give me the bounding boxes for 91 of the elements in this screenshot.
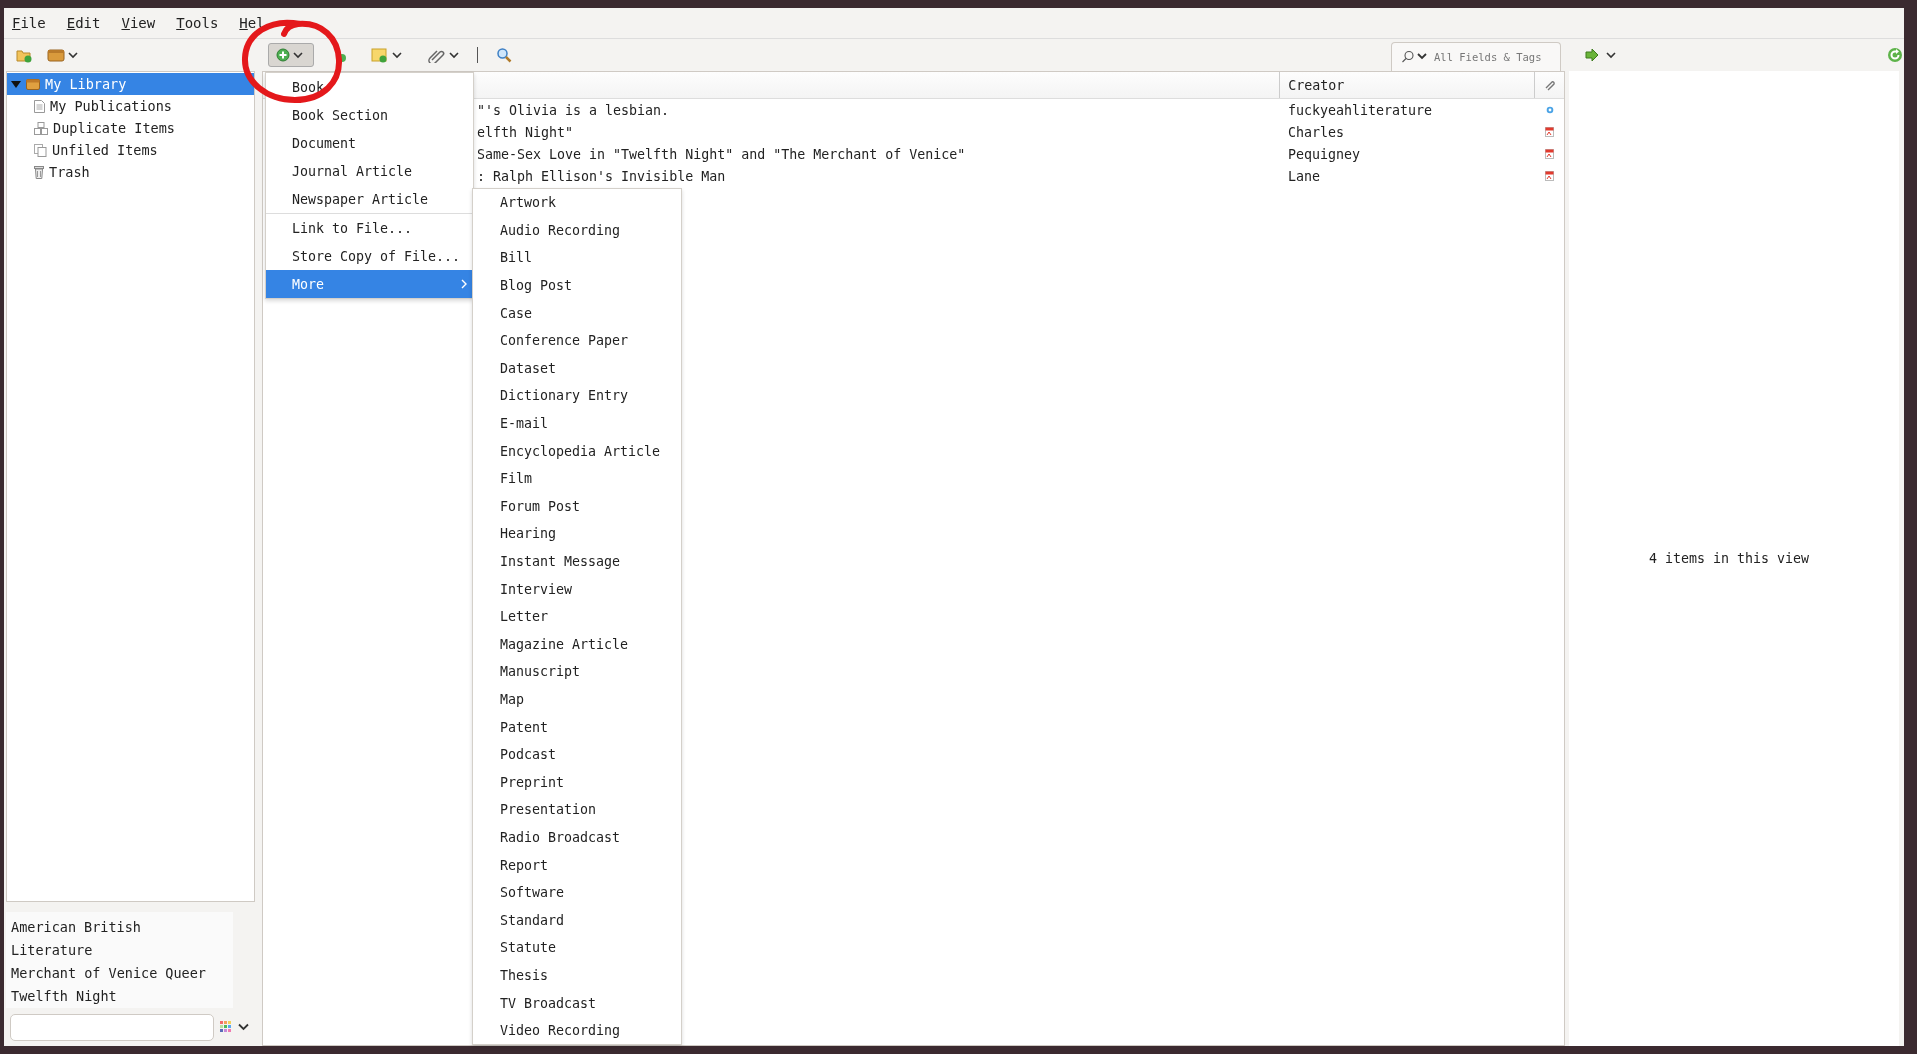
collection-item[interactable]: My Publications — [7, 95, 254, 117]
expand-triangle-icon[interactable] — [11, 79, 21, 89]
new-folder-icon[interactable] — [16, 47, 32, 63]
menu-item[interactable]: Standard — [473, 906, 681, 935]
menu-item[interactable]: Map — [473, 685, 681, 714]
menu-item[interactable]: Link to File... — [266, 214, 473, 242]
menu-item[interactable]: Video Recording — [473, 1016, 681, 1045]
menu-item[interactable]: Thesis — [473, 961, 681, 990]
item-creator[interactable]: fuckyeahliterature — [1288, 102, 1433, 118]
pdf-icon[interactable] — [1545, 127, 1554, 137]
menu-item[interactable]: Hel — [239, 15, 265, 31]
item-creator[interactable]: Pequigney — [1288, 146, 1361, 162]
arrow-dropdown-icon[interactable] — [1585, 47, 1619, 63]
paperclip-dropdown-icon[interactable] — [428, 47, 462, 63]
link-attachment-icon[interactable] — [1545, 106, 1554, 114]
item-count-message: 4 items in this view — [1648, 551, 1810, 566]
search-caret-icon[interactable] — [1401, 50, 1429, 64]
menu-item[interactable]: Document — [266, 129, 473, 157]
pdf-icon[interactable] — [1545, 149, 1554, 159]
menu-item[interactable]: Edit — [66, 15, 101, 31]
menu-item[interactable]: Manuscript — [473, 658, 681, 686]
menu-item[interactable]: Forum Post — [473, 492, 681, 521]
submenu-item[interactable]: More — [266, 270, 473, 298]
menu-item[interactable]: Artwork — [473, 189, 681, 217]
menu-item[interactable]: Store Copy of File... — [266, 242, 473, 270]
search-icon[interactable] — [496, 47, 512, 63]
paperclip-icon[interactable] — [1543, 79, 1556, 91]
menu-item[interactable]: Statute — [473, 934, 681, 962]
unfiled-icon — [34, 143, 47, 157]
menu-item[interactable]: Instant Message — [473, 547, 681, 576]
document-icon — [34, 99, 45, 113]
column-header[interactable]: Creator — [1279, 72, 1535, 98]
tag[interactable]: Literature — [11, 939, 93, 962]
menu-item[interactable]: Journal Article — [266, 157, 473, 185]
tag[interactable]: Twelfth Night — [11, 985, 117, 1008]
item-title[interactable]: : Ralph Ellison's Invisible Man — [477, 168, 726, 184]
menu-item[interactable]: Dataset — [473, 354, 681, 383]
sync-icon[interactable] — [1887, 47, 1903, 63]
menu-item[interactable]: Case — [473, 299, 681, 327]
menu-item[interactable]: Letter — [473, 602, 681, 631]
menu-item[interactable]: Dictionary Entry — [473, 382, 681, 410]
menu-item[interactable]: Hearing — [473, 520, 681, 548]
menu-item[interactable]: Book Section — [266, 101, 473, 129]
menu-item[interactable]: E-mail — [473, 409, 681, 438]
menu-item[interactable]: Magazine Article — [473, 630, 681, 659]
search-field[interactable]: All Fields & Tags — [1391, 42, 1561, 71]
item-title[interactable]: Same-Sex Love in "Twelfth Night" and "The Merchant of Venice" — [477, 146, 966, 162]
menu-item[interactable]: Newspaper Article — [266, 185, 473, 213]
menu-item[interactable]: Podcast — [473, 740, 681, 769]
item-creator[interactable]: Lane — [1288, 168, 1321, 184]
menu-item[interactable]: Presentation — [473, 796, 681, 824]
chevron-right-icon — [461, 279, 467, 289]
menu-item[interactable]: Report — [473, 851, 681, 879]
menu-item[interactable]: Interview — [473, 575, 681, 603]
caret-icon[interactable] — [238, 1023, 249, 1031]
add-caret-icon — [276, 48, 306, 62]
collection-item[interactable]: Unfiled Items — [7, 139, 254, 161]
tag[interactable]: American — [11, 916, 77, 939]
menu-item[interactable]: Audio Recording — [473, 216, 681, 245]
menu-item[interactable]: Tools — [176, 15, 219, 31]
menu-item[interactable]: Software — [473, 878, 681, 907]
menu-item[interactable]: Bill — [473, 244, 681, 272]
new-note-dropdown-icon[interactable] — [371, 47, 405, 63]
menu-item[interactable]: File — [12, 15, 46, 31]
item-creator[interactable]: Charles — [1288, 124, 1345, 140]
menu-item[interactable]: View — [121, 15, 156, 31]
tag[interactable]: Merchant of Venice — [11, 962, 158, 985]
collection-item[interactable]: Trash — [7, 161, 254, 183]
collection-item[interactable]: Duplicate Items — [7, 117, 254, 139]
menu-item[interactable]: Patent — [473, 713, 681, 741]
tag-filter-field[interactable] — [10, 1013, 214, 1041]
menu-item[interactable]: TV Broadcast — [473, 989, 681, 1017]
trash-icon — [34, 165, 44, 179]
menu-item[interactable]: Film — [473, 464, 681, 493]
color-grid-icon[interactable] — [220, 1021, 232, 1033]
item-title[interactable]: elfth Night" — [477, 124, 574, 140]
menu-item[interactable]: Encyclopedia Article — [473, 437, 681, 465]
menu-item[interactable]: Conference Paper — [473, 326, 681, 355]
collection-item[interactable]: My Library — [7, 73, 254, 95]
menu-item[interactable]: Book — [266, 73, 473, 101]
tag[interactable]: Queer — [165, 962, 206, 985]
menu-item[interactable]: Radio Broadcast — [473, 823, 681, 852]
menu-item[interactable]: Blog Post — [473, 271, 681, 300]
pdf-icon[interactable] — [1545, 171, 1554, 181]
duplicates-icon — [34, 121, 48, 135]
menu-item[interactable]: Preprint — [473, 768, 681, 797]
library-dropdown-icon[interactable] — [47, 47, 81, 63]
tag[interactable]: British — [84, 916, 141, 939]
library-icon — [26, 78, 40, 90]
new-item-button[interactable] — [268, 43, 314, 67]
item-title[interactable]: "'s Olivia is a lesbian. — [477, 102, 670, 118]
